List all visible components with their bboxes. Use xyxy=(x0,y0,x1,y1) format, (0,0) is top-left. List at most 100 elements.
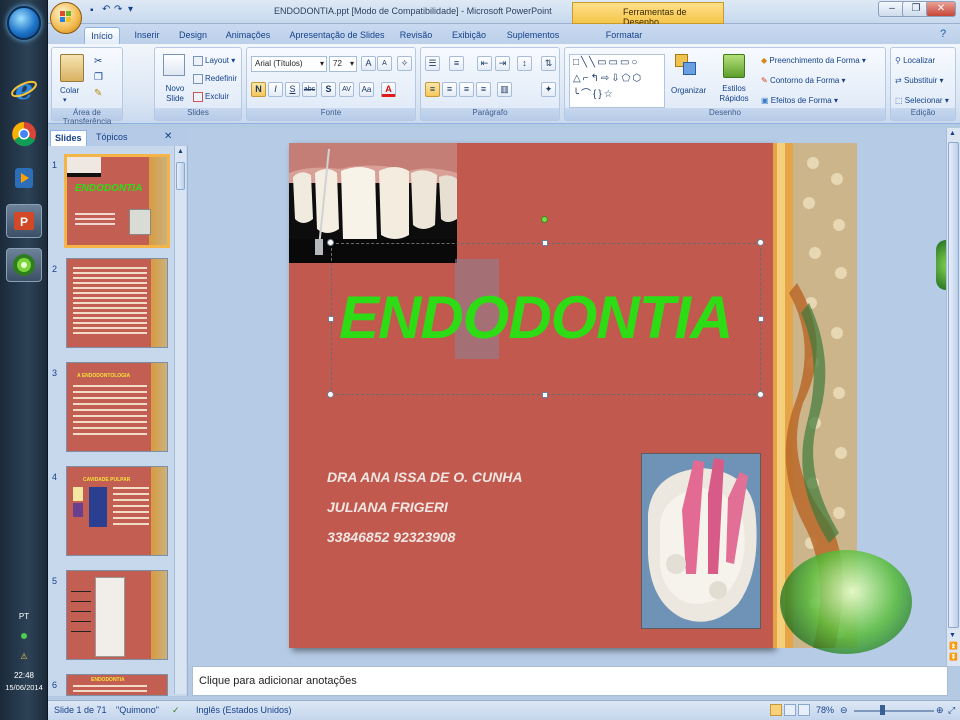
justify-button[interactable]: ≡ xyxy=(476,82,491,97)
redo-icon[interactable]: ↷ xyxy=(114,4,122,15)
slide-thumbnail-3[interactable]: A ENDODONTOLOGIA xyxy=(66,362,168,452)
delete-slide-button[interactable]: Excluir xyxy=(193,92,229,102)
phone-numbers[interactable]: 33846852 92323908 xyxy=(327,529,455,545)
slide-canvas[interactable]: ENDODONTIA DRA ANA ISSA DE O. CUNHA JULI… xyxy=(289,143,857,648)
zoom-in-icon[interactable]: ⊕ xyxy=(936,705,944,716)
quick-styles-icon[interactable] xyxy=(723,54,745,78)
scroll-up-icon[interactable]: ▲ xyxy=(949,130,956,137)
resize-handle-s[interactable] xyxy=(542,392,548,398)
font-name-combo[interactable]: Arial (Títulos) ▾ xyxy=(251,56,327,72)
select-button[interactable]: ⬚ Selecionar ▾ xyxy=(895,96,949,105)
slide-thumbnail-2[interactable] xyxy=(66,258,168,348)
quick-styles-button[interactable]: Estilos Rápidos xyxy=(715,84,753,104)
notes-pane[interactable]: Clique para adicionar anotações xyxy=(192,666,948,696)
theme-status[interactable]: "Quimono" xyxy=(116,705,159,715)
arrange-icon[interactable] xyxy=(675,54,697,78)
font-size-combo[interactable]: 72 ▾ xyxy=(329,56,357,72)
shape-effects-button[interactable]: ▣ Efeitos de Forma ▾ xyxy=(761,96,838,105)
resize-handle-w[interactable] xyxy=(328,316,334,322)
copy-icon[interactable]: ❐ xyxy=(94,72,103,83)
tab-design[interactable]: Design xyxy=(172,27,214,44)
zoom-slider[interactable] xyxy=(854,710,934,712)
columns-button[interactable]: ▥ xyxy=(497,82,512,97)
normal-view-button[interactable] xyxy=(770,704,782,716)
internet-explorer-icon[interactable]: e xyxy=(6,72,42,106)
paste-icon[interactable] xyxy=(60,54,84,82)
slide-scrollbar[interactable]: ▲ ▼ ⏫ ⏬ xyxy=(946,128,960,666)
reset-button[interactable]: Redefinir xyxy=(193,74,237,84)
qat-customize-icon[interactable]: ▾ xyxy=(128,4,133,15)
slide-thumbnail-5[interactable] xyxy=(66,570,168,660)
chrome-icon[interactable] xyxy=(6,117,42,151)
align-right-button[interactable]: ≡ xyxy=(459,82,474,97)
format-painter-icon[interactable]: ✎ xyxy=(94,88,102,99)
shadow-button[interactable]: S xyxy=(321,82,336,97)
bullets-button[interactable]: ☰ xyxy=(425,56,440,71)
smartart-button[interactable]: ✦ xyxy=(541,82,556,97)
strikethrough-button[interactable]: abc xyxy=(302,82,317,97)
slide-sorter-view-button[interactable] xyxy=(784,704,796,716)
resize-handle-nw[interactable] xyxy=(327,239,334,246)
shape-outline-button[interactable]: ✎ Contorno da Forma ▾ xyxy=(761,76,846,85)
next-slide-icon[interactable]: ⏬ xyxy=(949,653,958,661)
resize-handle-n[interactable] xyxy=(542,240,548,246)
replace-button[interactable]: ⇄ Substituir ▾ xyxy=(895,76,944,85)
tab-outline[interactable]: Tópicos xyxy=(92,130,132,146)
shapes-gallery[interactable]: □╲╲▭▭▭○ △⌐↰⇨⇩⬠⬡ ╰⌒{}☆ xyxy=(569,54,665,108)
new-slide-button[interactable]: Novo Slide xyxy=(159,84,191,104)
zoom-slider-thumb[interactable] xyxy=(880,705,885,715)
language-indicator[interactable]: PT xyxy=(0,612,48,621)
close-pane-icon[interactable]: ✕ xyxy=(164,131,172,142)
slide-thumbnail-6[interactable]: ENDODONTIA xyxy=(66,674,168,696)
tab-revisao[interactable]: Revisão xyxy=(396,27,436,44)
text-direction-button[interactable]: ⇅ xyxy=(541,56,556,71)
tab-inserir[interactable]: Inserir xyxy=(126,27,168,44)
language-status[interactable]: Inglês (Estados Unidos) xyxy=(196,705,292,715)
clock-date[interactable]: 15/06/2014 xyxy=(0,683,48,692)
previous-slide-icon[interactable]: ⏫ xyxy=(949,642,958,650)
shape-fill-button[interactable]: ◆ Preenchimento da Forma ▾ xyxy=(761,56,866,65)
pane-scrollbar[interactable]: ▲ xyxy=(174,146,186,694)
slide-thumbnail-4[interactable]: CAVIDADE PULPAR xyxy=(66,466,168,556)
bold-button[interactable]: N xyxy=(251,82,266,97)
resize-handle-sw[interactable] xyxy=(327,391,334,398)
find-button[interactable]: ⚲ Localizar xyxy=(895,56,935,65)
slide-title[interactable]: ENDODONTIA xyxy=(339,283,733,352)
layout-button[interactable]: Layout ▾ xyxy=(193,56,235,66)
align-left-button[interactable]: ≡ xyxy=(425,82,440,97)
help-icon[interactable]: ? xyxy=(940,28,946,40)
spellcheck-icon[interactable]: ✓ xyxy=(172,705,180,716)
tab-apresentacao[interactable]: Apresentação de Slides xyxy=(282,27,392,44)
resize-handle-ne[interactable] xyxy=(757,239,764,246)
network-icon[interactable] xyxy=(0,632,48,641)
increase-indent-button[interactable]: ⇥ xyxy=(495,56,510,71)
scroll-up-icon[interactable]: ▲ xyxy=(176,148,185,158)
scroll-down-icon[interactable]: ▼ xyxy=(949,632,956,639)
tab-formatar[interactable]: Formatar xyxy=(596,27,652,44)
numbering-button[interactable]: ≡ xyxy=(449,56,464,71)
change-case-button[interactable]: Aa xyxy=(359,82,374,97)
clock-time[interactable]: 22:48 xyxy=(0,671,48,680)
zoom-level[interactable]: 78% xyxy=(816,705,834,715)
start-button[interactable] xyxy=(7,6,41,40)
paste-dropdown-icon[interactable]: ▾ xyxy=(63,96,67,104)
italic-button[interactable]: I xyxy=(268,82,283,97)
slide-thumbnail-1[interactable]: ENDODONTIA xyxy=(64,154,170,248)
new-slide-icon[interactable] xyxy=(163,54,185,76)
line-spacing-button[interactable]: ↕ xyxy=(517,56,532,71)
slideshow-view-button[interactable] xyxy=(798,704,810,716)
green-app-icon[interactable] xyxy=(6,248,42,282)
resize-handle-e[interactable] xyxy=(758,316,764,322)
coauthor-name[interactable]: JULIANA FRIGERI xyxy=(327,499,448,515)
slide-count-status[interactable]: Slide 1 de 71 xyxy=(54,705,107,715)
fit-to-window-icon[interactable]: ⤢ xyxy=(948,705,955,716)
shrink-font-button[interactable]: A xyxy=(377,56,392,71)
resize-handle-se[interactable] xyxy=(757,391,764,398)
slide-scroll-thumb[interactable] xyxy=(948,142,959,628)
close-button[interactable]: ✕ xyxy=(926,1,956,17)
tab-suplementos[interactable]: Suplementos xyxy=(500,27,566,44)
decrease-indent-button[interactable]: ⇤ xyxy=(477,56,492,71)
underline-button[interactable]: S xyxy=(285,82,300,97)
font-color-button[interactable]: A xyxy=(381,82,396,97)
save-icon[interactable]: ▪ xyxy=(90,5,94,16)
